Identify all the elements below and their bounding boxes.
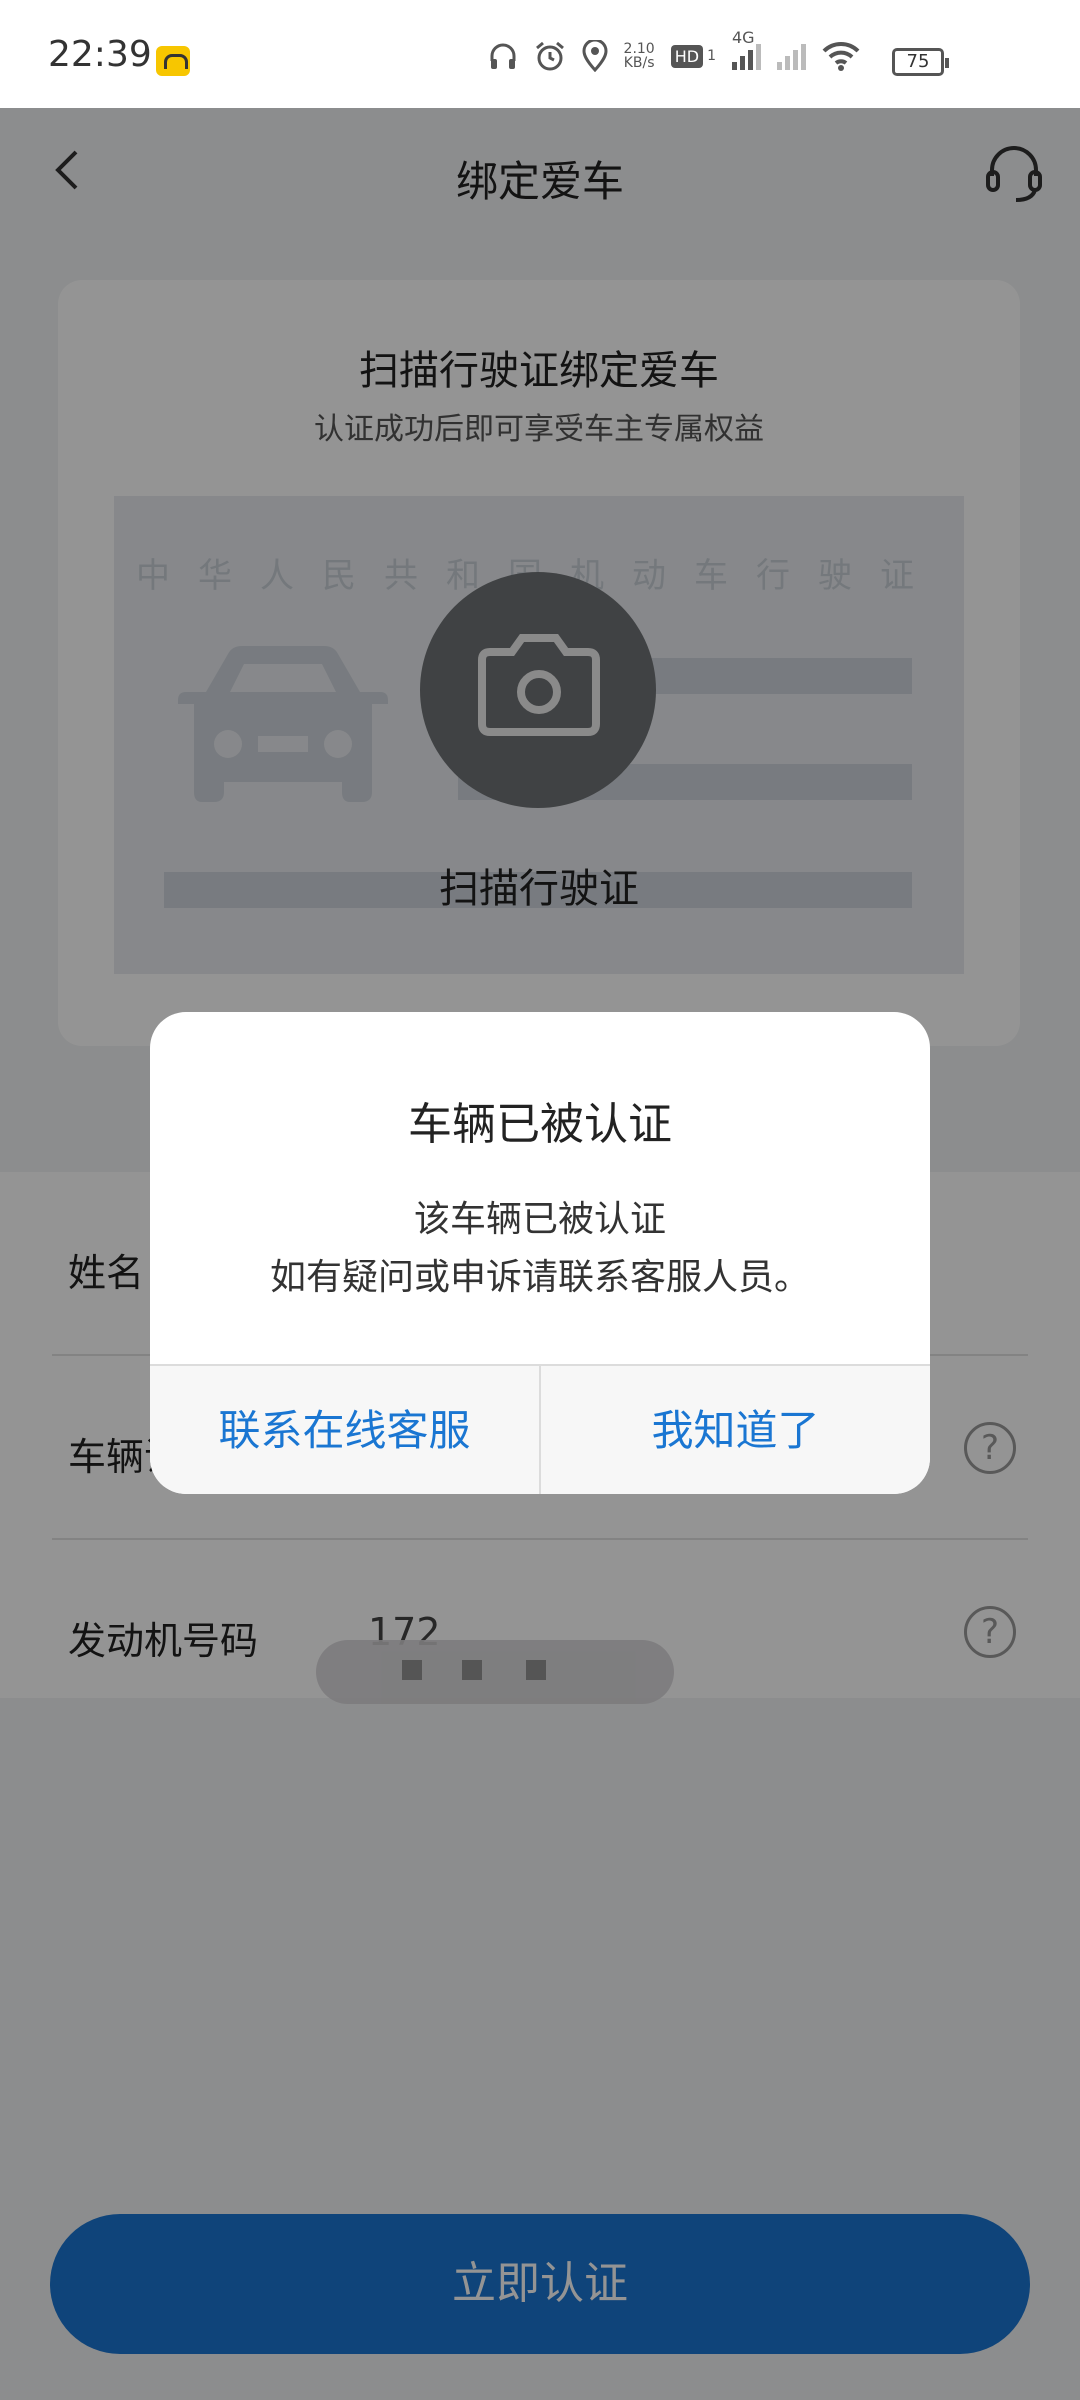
contact-online-service-button[interactable]: 联系在线客服 [150, 1366, 539, 1494]
dialog-title: 车辆已被认证 [408, 1099, 672, 1150]
dialog-message-line1: 该车辆已被认证 [413, 1199, 666, 1240]
wifi-icon [822, 41, 860, 71]
status-time: 22:39 [48, 34, 152, 75]
status-icons: 2.10 KB/s HD 1 4G [488, 28, 946, 72]
alarm-icon [535, 41, 564, 71]
network-speed: 2.10 KB/s [624, 42, 655, 70]
hd-sim-index: 1 [707, 48, 716, 64]
app-notification-icon [156, 46, 190, 76]
dialog-message-line2: 如有疑问或申诉请联系客服人员。 [269, 1257, 810, 1298]
vehicle-certified-dialog: 车辆已被认证 该车辆已被认证 如有疑问或申诉请联系客服人员。 联系在线客服 我知… [150, 1012, 930, 1494]
status-bar: 22:39 2.10 KB/s HD 1 4G 75 [0, 0, 1080, 108]
battery-level: 75 [906, 51, 930, 72]
location-icon [582, 40, 608, 72]
signal-sim1: 4G [732, 28, 761, 70]
headphones-icon [490, 43, 516, 69]
battery-icon: 75 [892, 48, 949, 76]
dialog-buttons: 联系在线客服 我知道了 [150, 1364, 930, 1494]
hd-voice-badge: HD [670, 44, 704, 68]
got-it-button[interactable]: 我知道了 [539, 1366, 930, 1494]
signal-sim2-icon [777, 42, 806, 70]
network-speed-value: 2.10 [623, 41, 655, 57]
network-speed-unit: KB/s [623, 55, 655, 71]
network-type: 4G [732, 28, 755, 47]
